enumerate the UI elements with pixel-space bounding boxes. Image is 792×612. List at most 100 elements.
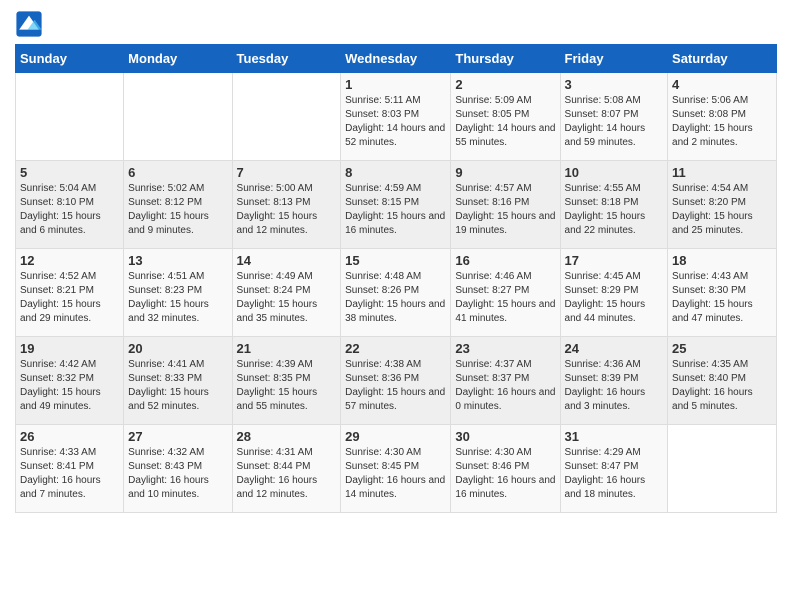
- calendar-cell: 30 Sunrise: 4:30 AMSunset: 8:46 PMDayligh…: [451, 425, 560, 513]
- day-number: 12: [20, 253, 119, 268]
- day-info: Sunrise: 4:49 AMSunset: 8:24 PMDaylight:…: [237, 271, 318, 324]
- calendar-cell: 3Sunrise: 5:08 AMSunset: 8:07 PMDaylight…: [560, 73, 668, 161]
- day-number: 24: [565, 341, 664, 356]
- day-info: Sunrise: 4:54 AMSunset: 8:20 PMDaylight:…: [672, 183, 753, 236]
- day-info: Sunrise: 5:09 AMSunset: 8:05 PMDaylight:…: [455, 95, 555, 148]
- calendar-cell: 20 Sunrise: 4:41 AMSunset: 8:33 PMDayligh…: [124, 337, 232, 425]
- calendar-cell: 25 Sunrise: 4:35 AMSunset: 8:40 PMDayligh…: [668, 337, 777, 425]
- weekday-header-wednesday: Wednesday: [341, 45, 451, 73]
- day-number: 23: [455, 341, 555, 356]
- day-info: Sunrise: 4:55 AMSunset: 8:18 PMDaylight:…: [565, 183, 646, 236]
- calendar-body: 1Sunrise: 5:11 AMSunset: 8:03 PMDaylight…: [16, 73, 777, 513]
- day-number: 19: [20, 341, 119, 356]
- day-info: Sunrise: 4:30 AMSunset: 8:46 PMDaylight:…: [455, 447, 555, 500]
- day-number: 29: [345, 429, 446, 444]
- day-info: Sunrise: 4:59 AMSunset: 8:15 PMDaylight:…: [345, 183, 445, 236]
- calendar-cell: 7 Sunrise: 5:00 AMSunset: 8:13 PMDaylight…: [232, 161, 341, 249]
- weekday-header-saturday: Saturday: [668, 45, 777, 73]
- day-number: 10: [565, 165, 664, 180]
- calendar-cell: 27Sunrise: 4:32 AMSunset: 8:43 PMDayligh…: [124, 425, 232, 513]
- day-number: 7: [237, 165, 337, 180]
- calendar-cell: 4 Sunrise: 5:06 AMSunset: 8:08 PMDaylight…: [668, 73, 777, 161]
- weekday-header-tuesday: Tuesday: [232, 45, 341, 73]
- calendar-cell: 14 Sunrise: 4:49 AMSunset: 8:24 PMDayligh…: [232, 249, 341, 337]
- day-info: Sunrise: 4:29 AMSunset: 8:47 PMDaylight:…: [565, 447, 646, 500]
- calendar-cell: 10 Sunrise: 4:55 AMSunset: 8:18 PMDayligh…: [560, 161, 668, 249]
- calendar-week-3: 12 Sunrise: 4:52 AMSunset: 8:21 PMDayligh…: [16, 249, 777, 337]
- day-info: Sunrise: 4:36 AMSunset: 8:39 PMDaylight:…: [565, 359, 646, 412]
- calendar-cell: 16Sunrise: 4:46 AMSunset: 8:27 PMDayligh…: [451, 249, 560, 337]
- calendar-cell: 28 Sunrise: 4:31 AMSunset: 8:44 PMDayligh…: [232, 425, 341, 513]
- weekday-header-thursday: Thursday: [451, 45, 560, 73]
- day-info: Sunrise: 5:06 AMSunset: 8:08 PMDaylight:…: [672, 95, 753, 148]
- calendar-week-4: 19Sunrise: 4:42 AMSunset: 8:32 PMDayligh…: [16, 337, 777, 425]
- calendar-cell: 5 Sunrise: 5:04 AMSunset: 8:10 PMDaylight…: [16, 161, 124, 249]
- day-number: 15: [345, 253, 446, 268]
- day-info: Sunrise: 5:02 AMSunset: 8:12 PMDaylight:…: [128, 183, 209, 236]
- day-number: 21: [237, 341, 337, 356]
- day-number: 3: [565, 77, 664, 92]
- day-number: 6: [128, 165, 227, 180]
- day-info: Sunrise: 4:51 AMSunset: 8:23 PMDaylight:…: [128, 271, 209, 324]
- calendar-cell: 2Sunrise: 5:09 AMSunset: 8:05 PMDaylight…: [451, 73, 560, 161]
- calendar-cell: 19Sunrise: 4:42 AMSunset: 8:32 PMDayligh…: [16, 337, 124, 425]
- day-info: Sunrise: 4:48 AMSunset: 8:26 PMDaylight:…: [345, 271, 445, 324]
- page: SundayMondayTuesdayWednesdayThursdayFrid…: [0, 0, 792, 528]
- day-number: 31: [565, 429, 664, 444]
- day-number: 28: [237, 429, 337, 444]
- calendar-cell: 9 Sunrise: 4:57 AMSunset: 8:16 PMDaylight…: [451, 161, 560, 249]
- weekday-header-sunday: Sunday: [16, 45, 124, 73]
- calendar-week-5: 26 Sunrise: 4:33 AMSunset: 8:41 PMDayligh…: [16, 425, 777, 513]
- day-number: 4: [672, 77, 772, 92]
- day-info: Sunrise: 4:45 AMSunset: 8:29 PMDaylight:…: [565, 271, 646, 324]
- calendar-week-1: 1Sunrise: 5:11 AMSunset: 8:03 PMDaylight…: [16, 73, 777, 161]
- day-info: Sunrise: 5:00 AMSunset: 8:13 PMDaylight:…: [237, 183, 318, 236]
- calendar-cell: 11Sunrise: 4:54 AMSunset: 8:20 PMDayligh…: [668, 161, 777, 249]
- day-number: 5: [20, 165, 119, 180]
- calendar-cell: 22Sunrise: 4:38 AMSunset: 8:36 PMDayligh…: [341, 337, 451, 425]
- calendar-table: SundayMondayTuesdayWednesdayThursdayFrid…: [15, 44, 777, 513]
- day-info: Sunrise: 4:30 AMSunset: 8:45 PMDaylight:…: [345, 447, 445, 500]
- day-number: 27: [128, 429, 227, 444]
- day-number: 18: [672, 253, 772, 268]
- day-number: 20: [128, 341, 227, 356]
- day-info: Sunrise: 5:04 AMSunset: 8:10 PMDaylight:…: [20, 183, 101, 236]
- calendar-cell: 24 Sunrise: 4:36 AMSunset: 8:39 PMDayligh…: [560, 337, 668, 425]
- calendar-cell: [232, 73, 341, 161]
- day-info: Sunrise: 4:41 AMSunset: 8:33 PMDaylight:…: [128, 359, 209, 412]
- day-number: 30: [455, 429, 555, 444]
- calendar-cell: 18 Sunrise: 4:43 AMSunset: 8:30 PMDayligh…: [668, 249, 777, 337]
- day-number: 17: [565, 253, 664, 268]
- calendar-cell: 26 Sunrise: 4:33 AMSunset: 8:41 PMDayligh…: [16, 425, 124, 513]
- day-number: 14: [237, 253, 337, 268]
- day-number: 25: [672, 341, 772, 356]
- day-info: Sunrise: 4:52 AMSunset: 8:21 PMDaylight:…: [20, 271, 101, 324]
- calendar-cell: 8Sunrise: 4:59 AMSunset: 8:15 PMDaylight…: [341, 161, 451, 249]
- calendar-cell: 13Sunrise: 4:51 AMSunset: 8:23 PMDayligh…: [124, 249, 232, 337]
- day-number: 22: [345, 341, 446, 356]
- header: [15, 10, 777, 38]
- logo: [15, 10, 45, 38]
- calendar-cell: [16, 73, 124, 161]
- day-number: 26: [20, 429, 119, 444]
- day-info: Sunrise: 4:33 AMSunset: 8:41 PMDaylight:…: [20, 447, 101, 500]
- day-info: Sunrise: 4:31 AMSunset: 8:44 PMDaylight:…: [237, 447, 318, 500]
- calendar-week-2: 5 Sunrise: 5:04 AMSunset: 8:10 PMDaylight…: [16, 161, 777, 249]
- calendar-cell: 12 Sunrise: 4:52 AMSunset: 8:21 PMDayligh…: [16, 249, 124, 337]
- day-info: Sunrise: 4:37 AMSunset: 8:37 PMDaylight:…: [455, 359, 555, 412]
- calendar-cell: 6 Sunrise: 5:02 AMSunset: 8:12 PMDaylight…: [124, 161, 232, 249]
- day-info: Sunrise: 4:35 AMSunset: 8:40 PMDaylight:…: [672, 359, 753, 412]
- day-number: 9: [455, 165, 555, 180]
- calendar-header: SundayMondayTuesdayWednesdayThursdayFrid…: [16, 45, 777, 73]
- day-info: Sunrise: 4:43 AMSunset: 8:30 PMDaylight:…: [672, 271, 753, 324]
- logo-icon: [15, 10, 43, 38]
- calendar-cell: 15 Sunrise: 4:48 AMSunset: 8:26 PMDayligh…: [341, 249, 451, 337]
- weekday-header-friday: Friday: [560, 45, 668, 73]
- day-info: Sunrise: 4:39 AMSunset: 8:35 PMDaylight:…: [237, 359, 318, 412]
- day-number: 1: [345, 77, 446, 92]
- weekday-row: SundayMondayTuesdayWednesdayThursdayFrid…: [16, 45, 777, 73]
- calendar-cell: 29 Sunrise: 4:30 AMSunset: 8:45 PMDayligh…: [341, 425, 451, 513]
- calendar-cell: [124, 73, 232, 161]
- day-info: Sunrise: 4:57 AMSunset: 8:16 PMDaylight:…: [455, 183, 555, 236]
- day-info: Sunrise: 4:46 AMSunset: 8:27 PMDaylight:…: [455, 271, 555, 324]
